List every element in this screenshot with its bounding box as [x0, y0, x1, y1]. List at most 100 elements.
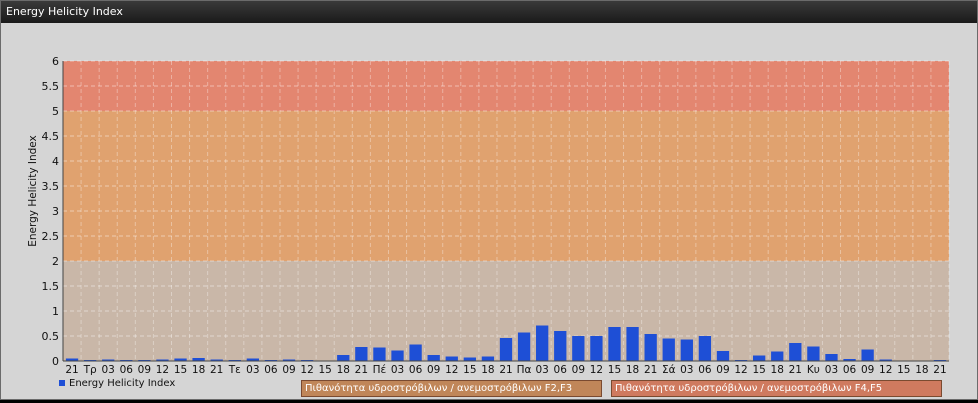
y-tick-label: 5 — [52, 105, 59, 118]
bar — [355, 347, 368, 361]
x-tick-label: 18 — [337, 364, 350, 376]
bar — [572, 336, 585, 361]
x-tick-label: 12 — [300, 364, 313, 376]
x-tick-label: 15 — [897, 364, 910, 376]
x-tick-label: 18 — [915, 364, 928, 376]
bar — [825, 354, 838, 361]
bar — [662, 338, 675, 361]
chart-window: Energy Helicity Index 0 0.5 1 1.5 2 2.5 3 3.5 4 4… — [0, 0, 978, 400]
bar — [698, 336, 712, 361]
chart-area: 0 0.5 1 1.5 2 2.5 3 3.5 4 4.5 5 5.5 6 21 Τρ 03 06 09 12 15 1… — [1, 23, 977, 399]
title-bar: Energy Helicity Index — [1, 1, 977, 23]
x-tick-label: 18 — [481, 364, 494, 376]
bar — [463, 357, 476, 361]
x-tick-label: 09 — [861, 364, 874, 376]
x-tick-label: Πέ — [373, 364, 387, 376]
x-tick-label: 06 — [264, 364, 278, 376]
legend-series: Energy Helicity Index — [59, 378, 175, 389]
y-tick-label: 2.5 — [42, 230, 60, 243]
x-tick-label: Τρ — [83, 364, 97, 376]
x-tick-label: 09 — [427, 364, 440, 376]
legend-band-mid: Πιθανότητα υδροστρόβιλων / ανεμοστρόβιλω… — [301, 380, 602, 397]
y-tick-label: 5.5 — [42, 80, 60, 93]
bar — [590, 336, 603, 361]
y-tick-label: 6 — [52, 55, 59, 68]
legend-swatch — [59, 380, 65, 386]
x-tick-label: Σά — [662, 364, 676, 376]
x-tick-label: 18 — [192, 364, 205, 376]
y-axis-label: Energy Helicity Index — [27, 135, 39, 247]
bar — [409, 344, 422, 361]
x-tick-label: 12 — [734, 364, 747, 376]
bar — [391, 350, 404, 361]
x-tick-label: Πα — [517, 364, 532, 376]
bar — [626, 327, 639, 361]
x-tick-label: 12 — [879, 364, 892, 376]
x-tick-label: 21 — [355, 364, 368, 376]
bar — [789, 343, 802, 361]
legend-band-high: Πιθανότητα υδροστρόβιλων / ανεμοστρόβιλω… — [611, 380, 942, 397]
bar — [861, 349, 874, 361]
x-tick-label: 12 — [590, 364, 603, 376]
x-tick-label: 15 — [463, 364, 476, 376]
x-tick-label: 03 — [391, 364, 404, 376]
bar — [554, 331, 567, 361]
x-tick-label: 06 — [554, 364, 568, 376]
x-tick-label: 15 — [608, 364, 621, 376]
x-tick-label: 03 — [535, 364, 548, 376]
bar — [536, 325, 549, 361]
x-tick-label: 09 — [572, 364, 585, 376]
y-tick-label: 0.5 — [42, 330, 60, 343]
x-tick-label: 21 — [644, 364, 657, 376]
x-tick-label: 09 — [716, 364, 729, 376]
window-title: Energy Helicity Index — [6, 5, 123, 18]
x-tick-label: 21 — [933, 364, 946, 376]
bar — [771, 351, 784, 361]
x-tick-label: 12 — [445, 364, 458, 376]
bar — [427, 355, 440, 361]
x-tick-label: 09 — [282, 364, 295, 376]
x-tick-label: 21 — [499, 364, 512, 376]
x-tick-label: 03 — [680, 364, 693, 376]
bar — [716, 351, 730, 361]
bar — [753, 355, 766, 361]
y-tick-label: 3 — [52, 205, 59, 218]
x-tick-label: 15 — [318, 364, 331, 376]
y-tick-label: 3.5 — [42, 180, 60, 193]
x-tick-label: 12 — [156, 364, 169, 376]
legend-series-label: Energy Helicity Index — [69, 378, 176, 389]
x-tick-label: 21 — [65, 364, 78, 376]
x-tick-label: 18 — [626, 364, 639, 376]
chart-svg: 0 0.5 1 1.5 2 2.5 3 3.5 4 4.5 5 5.5 6 21 Τρ 03 06 09 12 15 1… — [27, 55, 950, 376]
y-tick-label: 1 — [52, 305, 59, 318]
x-tick-label: 15 — [174, 364, 187, 376]
x-tick-label: 06 — [409, 364, 423, 376]
x-tick-label: 06 — [120, 364, 134, 376]
x-tick-label: 09 — [138, 364, 151, 376]
bar — [373, 347, 386, 361]
x-tick-label: 06 — [698, 364, 712, 376]
bar — [517, 332, 531, 361]
x-tick-label: 03 — [102, 364, 115, 376]
bar — [445, 356, 458, 361]
bar — [680, 339, 693, 361]
bar — [481, 356, 495, 361]
x-tick-label: 03 — [246, 364, 259, 376]
y-tick-label: 1.5 — [42, 280, 60, 293]
y-tick-label: 4 — [52, 155, 59, 168]
x-tick-label: 06 — [843, 364, 857, 376]
bar — [807, 346, 820, 361]
x-tick-label: 03 — [825, 364, 838, 376]
bar — [337, 355, 350, 361]
x-tick-label: Κυ — [807, 364, 820, 376]
x-tick-label: 15 — [752, 364, 765, 376]
y-tick-label: 2 — [52, 255, 59, 268]
x-tick-label: Τε — [228, 364, 241, 376]
bar — [608, 327, 621, 361]
x-tick-label: 18 — [771, 364, 784, 376]
bar — [644, 334, 657, 361]
x-tick-label: 21 — [789, 364, 802, 376]
y-tick-label: 4.5 — [42, 130, 60, 143]
bar — [499, 338, 513, 361]
y-tick-label: 0 — [52, 355, 59, 368]
